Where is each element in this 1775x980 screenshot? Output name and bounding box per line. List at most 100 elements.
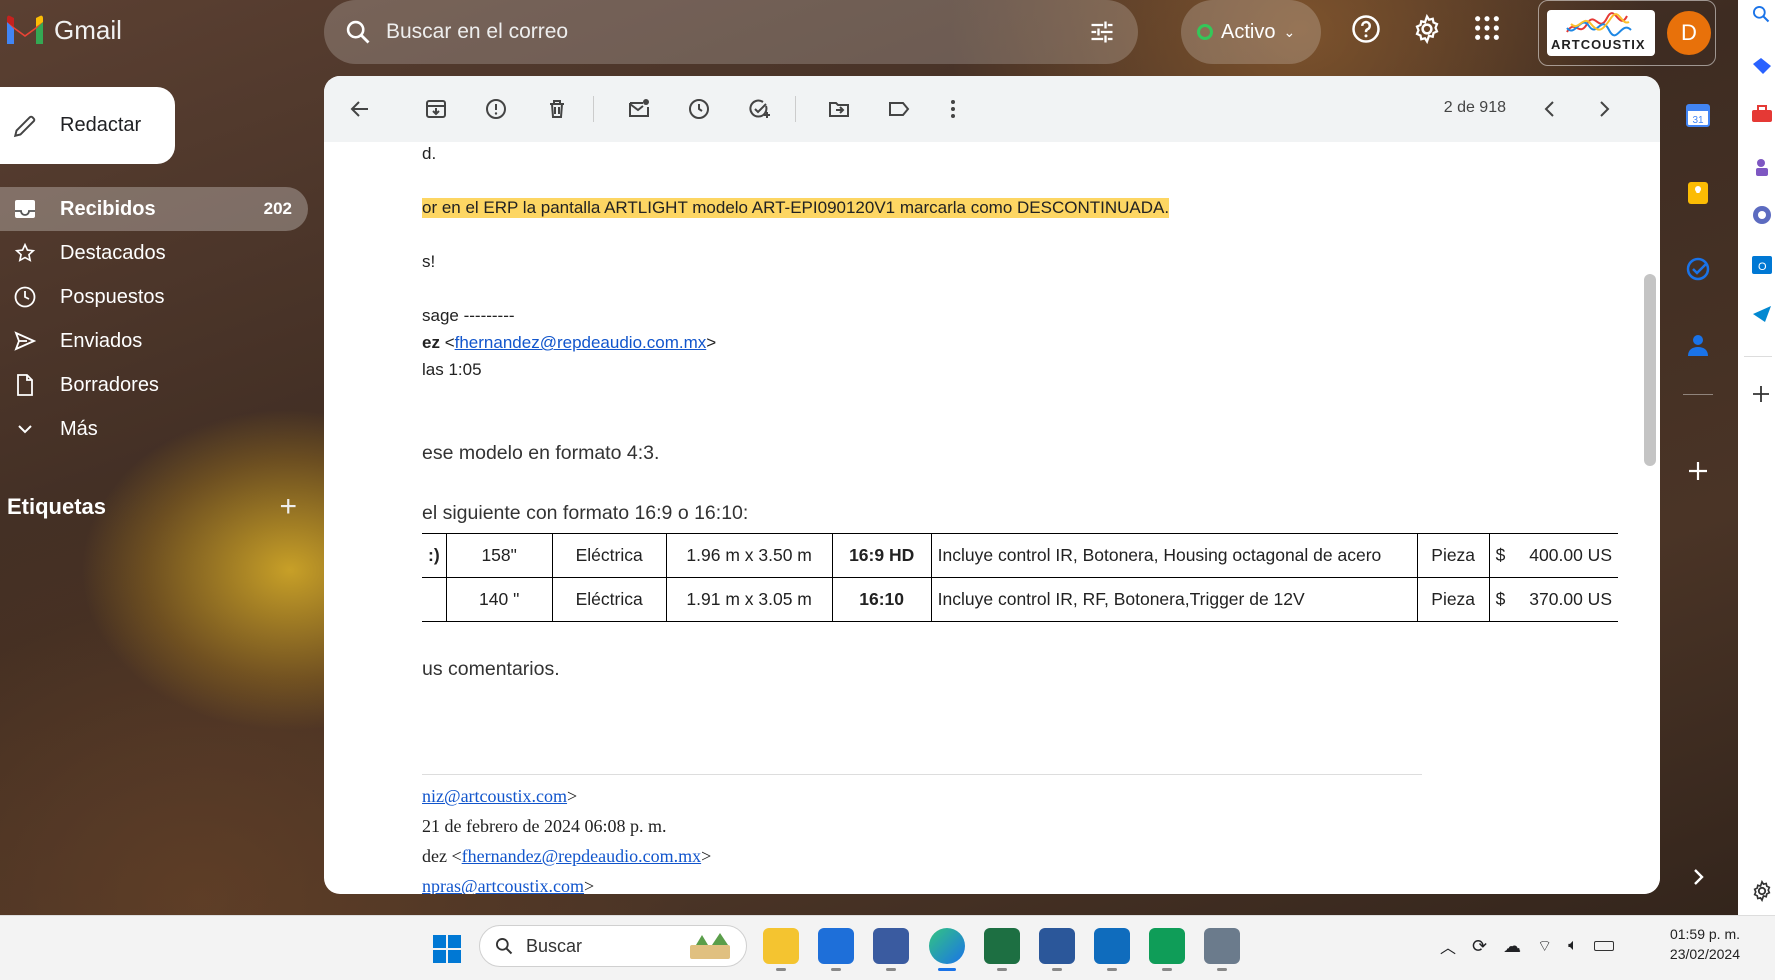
running-indicator — [831, 968, 841, 971]
contacts-icon[interactable] — [1685, 332, 1711, 358]
running-indicator — [776, 968, 786, 971]
table-cell: $ — [1489, 533, 1512, 578]
sidebar-nav: Recibidos 202 Destacados Pospuestos Envi… — [0, 187, 308, 451]
artcoustix-logo: ARTCOUSTIX — [1547, 10, 1655, 56]
chevron-up-icon[interactable]: ︿ — [1440, 934, 1456, 958]
word-icon[interactable] — [1039, 928, 1075, 971]
chevron-right-icon[interactable] — [1685, 864, 1711, 890]
toolbox-icon[interactable] — [1751, 104, 1773, 124]
apps-grid-icon[interactable] — [1473, 14, 1501, 42]
cloud-icon[interactable]: ☁ — [1503, 936, 1521, 957]
account-switcher[interactable]: ARTCOUSTIX D — [1538, 0, 1716, 66]
search-icon[interactable] — [1751, 4, 1771, 24]
add-addon-icon[interactable] — [1685, 458, 1711, 484]
table-cell: :) — [422, 533, 447, 578]
quote-divider — [422, 774, 1422, 775]
quoted-email-link[interactable]: npras@artcoustix.com — [422, 876, 584, 894]
chat-icon[interactable] — [1149, 928, 1185, 971]
table-cell: 370.00 US — [1511, 577, 1618, 622]
edge-browser-icon[interactable] — [929, 928, 965, 971]
copilot-icon[interactable] — [1751, 204, 1773, 226]
clock-icon — [12, 284, 38, 310]
sidebar-item-sent[interactable]: Enviados — [0, 319, 308, 363]
gmail-logo[interactable]: Gmail — [4, 14, 122, 46]
store-icon[interactable] — [818, 928, 854, 971]
forward-date: las 1:05 — [422, 360, 482, 379]
quoted-name: dez < — [422, 846, 462, 866]
quoted-email-link[interactable]: fhernandez@repdeaudio.com.mx — [462, 846, 701, 866]
send-icon — [12, 328, 38, 354]
side-divider — [1683, 394, 1713, 395]
svg-text:O: O — [1758, 261, 1767, 273]
brand-waves-icon — [1566, 12, 1632, 37]
status-button[interactable]: Activo ⌄ — [1181, 0, 1321, 64]
message-body: d. or en el ERP la pantalla ARTLIGHT mod… — [324, 142, 1640, 894]
sidebar-item-label: Borradores — [60, 373, 159, 396]
gear-icon[interactable] — [1412, 14, 1442, 44]
add-label-button[interactable]: + — [279, 490, 297, 524]
file-explorer-icon[interactable] — [763, 928, 799, 971]
table-cell: 1.91 m x 3.05 m — [666, 577, 833, 622]
sidebar-item-label: Pospuestos — [60, 285, 165, 308]
mark-unread-icon[interactable] — [627, 97, 651, 121]
wifi-icon[interactable]: ⌔ — [1537, 936, 1552, 956]
volume-icon[interactable]: 🔈︎ — [1568, 937, 1578, 955]
more-vert-icon[interactable] — [947, 97, 959, 121]
sidebar-item-snoozed[interactable]: Pospuestos — [0, 275, 308, 319]
compose-button[interactable]: Redactar — [0, 87, 175, 164]
running-indicator — [1107, 968, 1117, 971]
trash-icon[interactable] — [545, 97, 569, 121]
sync-icon[interactable]: ⟳ — [1472, 936, 1487, 957]
sidebar-item-inbox[interactable]: Recibidos 202 — [0, 187, 308, 231]
remote-desktop-icon[interactable] — [873, 928, 909, 971]
labels-section: Etiquetas + — [7, 490, 297, 524]
keep-icon[interactable] — [1685, 180, 1711, 206]
chevron-right-icon[interactable] — [1592, 97, 1616, 121]
move-to-icon[interactable] — [827, 97, 851, 121]
taskbar-clock[interactable]: 01:59 p. m. 23/02/2024 — [1652, 924, 1740, 964]
add-icon[interactable] — [1751, 384, 1771, 404]
snooze-clock-icon[interactable] — [687, 97, 711, 121]
trello-icon[interactable] — [1094, 928, 1130, 971]
chevron-left-icon[interactable] — [1538, 97, 1562, 121]
help-icon[interactable] — [1351, 14, 1381, 44]
archive-icon[interactable] — [424, 97, 448, 121]
settings-icon[interactable] — [1751, 880, 1773, 902]
report-spam-icon[interactable] — [484, 97, 508, 121]
status-label: Activo — [1221, 20, 1276, 43]
from-email-link[interactable]: fhernandez@repdeaudio.com.mx — [455, 333, 707, 352]
running-indicator — [1162, 968, 1172, 971]
sidebar-item-label: Enviados — [60, 329, 143, 352]
search-bar[interactable] — [324, 0, 1138, 64]
send-plane-icon[interactable] — [1751, 304, 1773, 324]
sidebar-item-starred[interactable]: Destacados — [0, 231, 308, 275]
windows-start-icon[interactable] — [432, 934, 462, 964]
sidebar-item-more[interactable]: Más — [0, 407, 308, 451]
scrollbar-thumb[interactable] — [1644, 274, 1656, 466]
search-icon[interactable] — [344, 18, 372, 46]
toolbar-divider — [593, 96, 594, 122]
table-cell: Eléctrica — [552, 577, 667, 622]
sidebar-item-drafts[interactable]: Borradores — [0, 363, 308, 407]
tasks-icon[interactable] — [1685, 256, 1711, 282]
chevron-down-icon — [12, 416, 38, 442]
quoted-email-link[interactable]: niz@artcoustix.com — [422, 786, 567, 806]
table-cell — [422, 577, 447, 622]
search-options-icon[interactable] — [1088, 18, 1116, 46]
taskbar-search[interactable]: Buscar — [479, 925, 747, 967]
scrollbar[interactable] — [1640, 142, 1660, 894]
games-icon[interactable] — [1751, 156, 1773, 178]
label-icon[interactable] — [887, 97, 911, 121]
table-cell: Incluye control IR, RF, Botonera,Trigger… — [931, 577, 1418, 622]
tag-icon[interactable] — [1751, 56, 1773, 76]
search-input[interactable] — [386, 20, 1026, 44]
back-arrow-icon[interactable] — [348, 97, 372, 121]
outlook-icon[interactable]: O — [1751, 254, 1773, 276]
excel-icon[interactable] — [984, 928, 1020, 971]
calendar-icon[interactable]: 31 — [1685, 102, 1711, 128]
calculator-icon[interactable] — [1204, 928, 1240, 971]
avatar[interactable]: D — [1667, 11, 1711, 55]
table-cell: 16:9 HD — [832, 533, 932, 578]
add-task-icon[interactable] — [747, 97, 773, 121]
battery-icon[interactable] — [1593, 941, 1614, 951]
